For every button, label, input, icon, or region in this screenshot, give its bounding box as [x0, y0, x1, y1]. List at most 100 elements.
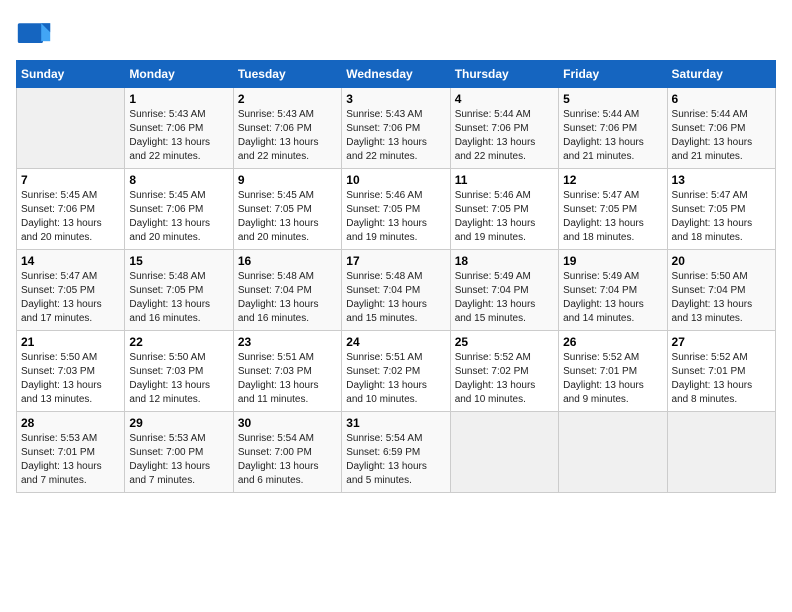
day-info: Sunrise: 5:47 AMSunset: 7:05 PMDaylight:…: [672, 189, 771, 245]
calendar-cell: 27 Sunrise: 5:52 AMSunset: 7:01 PMDayligh…: [667, 331, 775, 412]
calendar-cell: 11 Sunrise: 5:46 AMSunset: 7:05 PMDayligh…: [450, 169, 558, 250]
day-number: 19: [563, 254, 662, 268]
day-number: 2: [238, 92, 337, 106]
day-info: Sunrise: 5:47 AMSunset: 7:05 PMDaylight:…: [563, 189, 662, 245]
column-header-saturday: Saturday: [667, 61, 775, 88]
day-number: 30: [238, 416, 337, 430]
page-header: [16, 16, 776, 52]
calendar-cell: 12 Sunrise: 5:47 AMSunset: 7:05 PMDayligh…: [559, 169, 667, 250]
day-info: Sunrise: 5:50 AMSunset: 7:03 PMDaylight:…: [21, 351, 120, 407]
day-number: 13: [672, 173, 771, 187]
column-header-friday: Friday: [559, 61, 667, 88]
day-info: Sunrise: 5:51 AMSunset: 7:02 PMDaylight:…: [346, 351, 445, 407]
calendar-cell: 2Sunrise: 5:43 AMSunset: 7:06 PMDaylight…: [233, 88, 341, 169]
calendar-cell: 21Sunrise: 5:50 AMSunset: 7:03 PMDayligh…: [17, 331, 125, 412]
column-header-wednesday: Wednesday: [342, 61, 450, 88]
day-info: Sunrise: 5:44 AMSunset: 7:06 PMDaylight:…: [563, 108, 662, 164]
day-number: 31: [346, 416, 445, 430]
calendar-cell: 13 Sunrise: 5:47 AMSunset: 7:05 PMDayligh…: [667, 169, 775, 250]
calendar-cell: 23 Sunrise: 5:51 AMSunset: 7:03 PMDayligh…: [233, 331, 341, 412]
week-row-1: 1 Sunrise: 5:43 AMSunset: 7:06 PMDaylight…: [17, 88, 776, 169]
day-number: 10: [346, 173, 445, 187]
day-number: 12: [563, 173, 662, 187]
calendar-cell: 20Sunrise: 5:50 AMSunset: 7:04 PMDayligh…: [667, 250, 775, 331]
calendar-cell: 6 Sunrise: 5:44 AMSunset: 7:06 PMDaylight…: [667, 88, 775, 169]
logo: [16, 16, 56, 52]
logo-icon: [16, 16, 52, 52]
week-row-3: 14Sunrise: 5:47 AMSunset: 7:05 PMDayligh…: [17, 250, 776, 331]
week-row-4: 21Sunrise: 5:50 AMSunset: 7:03 PMDayligh…: [17, 331, 776, 412]
day-info: Sunrise: 5:48 AMSunset: 7:04 PMDaylight:…: [238, 270, 337, 326]
calendar-cell: 5 Sunrise: 5:44 AMSunset: 7:06 PMDaylight…: [559, 88, 667, 169]
day-info: Sunrise: 5:52 AMSunset: 7:01 PMDaylight:…: [672, 351, 771, 407]
day-info: Sunrise: 5:52 AMSunset: 7:02 PMDaylight:…: [455, 351, 554, 407]
day-number: 16: [238, 254, 337, 268]
day-info: Sunrise: 5:51 AMSunset: 7:03 PMDaylight:…: [238, 351, 337, 407]
day-info: Sunrise: 5:44 AMSunset: 7:06 PMDaylight:…: [455, 108, 554, 164]
day-info: Sunrise: 5:54 AMSunset: 6:59 PMDaylight:…: [346, 432, 445, 488]
day-number: 22: [129, 335, 228, 349]
calendar-cell: 28 Sunrise: 5:53 AMSunset: 7:01 PMDayligh…: [17, 412, 125, 493]
column-header-tuesday: Tuesday: [233, 61, 341, 88]
day-number: 9: [238, 173, 337, 187]
day-number: 28: [21, 416, 120, 430]
day-info: Sunrise: 5:48 AMSunset: 7:04 PMDaylight:…: [346, 270, 445, 326]
calendar-cell: 3Sunrise: 5:43 AMSunset: 7:06 PMDaylight…: [342, 88, 450, 169]
calendar-cell: 10 Sunrise: 5:46 AMSunset: 7:05 PMDayligh…: [342, 169, 450, 250]
day-number: 11: [455, 173, 554, 187]
calendar-cell: 24 Sunrise: 5:51 AMSunset: 7:02 PMDayligh…: [342, 331, 450, 412]
column-header-monday: Monday: [125, 61, 233, 88]
calendar-cell: 14Sunrise: 5:47 AMSunset: 7:05 PMDayligh…: [17, 250, 125, 331]
day-number: 26: [563, 335, 662, 349]
column-header-sunday: Sunday: [17, 61, 125, 88]
calendar-cell: 26 Sunrise: 5:52 AMSunset: 7:01 PMDayligh…: [559, 331, 667, 412]
calendar-cell: 19 Sunrise: 5:49 AMSunset: 7:04 PMDayligh…: [559, 250, 667, 331]
calendar-cell: [17, 88, 125, 169]
calendar-cell: 4 Sunrise: 5:44 AMSunset: 7:06 PMDaylight…: [450, 88, 558, 169]
week-row-2: 7 Sunrise: 5:45 AMSunset: 7:06 PMDaylight…: [17, 169, 776, 250]
day-number: 17: [346, 254, 445, 268]
day-number: 25: [455, 335, 554, 349]
day-info: Sunrise: 5:53 AMSunset: 7:00 PMDaylight:…: [129, 432, 228, 488]
calendar-cell: [667, 412, 775, 493]
calendar-cell: [450, 412, 558, 493]
day-number: 6: [672, 92, 771, 106]
day-number: 1: [129, 92, 228, 106]
day-number: 24: [346, 335, 445, 349]
day-number: 23: [238, 335, 337, 349]
calendar-cell: 15Sunrise: 5:48 AMSunset: 7:05 PMDayligh…: [125, 250, 233, 331]
day-number: 27: [672, 335, 771, 349]
day-info: Sunrise: 5:54 AMSunset: 7:00 PMDaylight:…: [238, 432, 337, 488]
day-info: Sunrise: 5:49 AMSunset: 7:04 PMDaylight:…: [455, 270, 554, 326]
calendar-cell: 9Sunrise: 5:45 AMSunset: 7:05 PMDaylight…: [233, 169, 341, 250]
calendar-cell: 17 Sunrise: 5:48 AMSunset: 7:04 PMDayligh…: [342, 250, 450, 331]
calendar-cell: 29 Sunrise: 5:53 AMSunset: 7:00 PMDayligh…: [125, 412, 233, 493]
day-info: Sunrise: 5:45 AMSunset: 7:06 PMDaylight:…: [21, 189, 120, 245]
day-info: Sunrise: 5:43 AMSunset: 7:06 PMDaylight:…: [346, 108, 445, 164]
calendar-cell: [559, 412, 667, 493]
day-number: 14: [21, 254, 120, 268]
week-row-5: 28 Sunrise: 5:53 AMSunset: 7:01 PMDayligh…: [17, 412, 776, 493]
day-info: Sunrise: 5:43 AMSunset: 7:06 PMDaylight:…: [129, 108, 228, 164]
day-info: Sunrise: 5:46 AMSunset: 7:05 PMDaylight:…: [346, 189, 445, 245]
calendar-cell: 30 Sunrise: 5:54 AMSunset: 7:00 PMDayligh…: [233, 412, 341, 493]
day-number: 4: [455, 92, 554, 106]
calendar-cell: 1 Sunrise: 5:43 AMSunset: 7:06 PMDaylight…: [125, 88, 233, 169]
day-number: 29: [129, 416, 228, 430]
day-number: 7: [21, 173, 120, 187]
day-info: Sunrise: 5:46 AMSunset: 7:05 PMDaylight:…: [455, 189, 554, 245]
day-info: Sunrise: 5:53 AMSunset: 7:01 PMDaylight:…: [21, 432, 120, 488]
header-row: SundayMondayTuesdayWednesdayThursdayFrid…: [17, 61, 776, 88]
calendar-cell: 18Sunrise: 5:49 AMSunset: 7:04 PMDayligh…: [450, 250, 558, 331]
calendar-cell: 8Sunrise: 5:45 AMSunset: 7:06 PMDaylight…: [125, 169, 233, 250]
day-number: 5: [563, 92, 662, 106]
calendar-cell: 16 Sunrise: 5:48 AMSunset: 7:04 PMDayligh…: [233, 250, 341, 331]
day-number: 15: [129, 254, 228, 268]
calendar-cell: 22Sunrise: 5:50 AMSunset: 7:03 PMDayligh…: [125, 331, 233, 412]
calendar-table: SundayMondayTuesdayWednesdayThursdayFrid…: [16, 60, 776, 493]
calendar-cell: 7 Sunrise: 5:45 AMSunset: 7:06 PMDaylight…: [17, 169, 125, 250]
calendar-cell: 31 Sunrise: 5:54 AMSunset: 6:59 PMDayligh…: [342, 412, 450, 493]
day-info: Sunrise: 5:49 AMSunset: 7:04 PMDaylight:…: [563, 270, 662, 326]
day-info: Sunrise: 5:44 AMSunset: 7:06 PMDaylight:…: [672, 108, 771, 164]
day-info: Sunrise: 5:52 AMSunset: 7:01 PMDaylight:…: [563, 351, 662, 407]
